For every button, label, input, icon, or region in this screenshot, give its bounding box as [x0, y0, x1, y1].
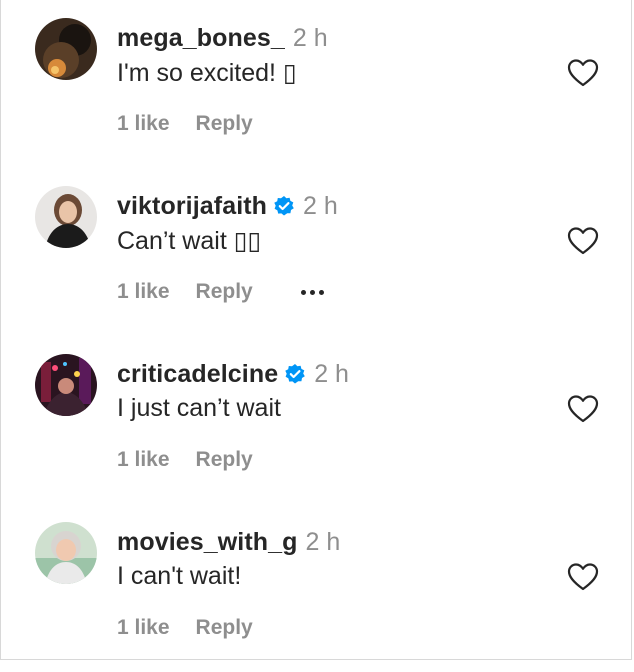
reply-button[interactable]: Reply [196, 616, 253, 640]
comment-text: I'm so excited! ▯ [117, 59, 297, 87]
likes-count[interactable]: 1 like [117, 448, 170, 472]
comment-header: viktorijafaith 2 h [117, 190, 338, 222]
timestamp[interactable]: 2 h [306, 528, 341, 557]
likes-count[interactable]: 1 like [117, 280, 170, 304]
verified-badge-icon [284, 363, 306, 385]
timestamp[interactable]: 2 h [303, 192, 338, 221]
comment-header: mega_bones_ 2 h [117, 22, 328, 54]
reply-button[interactable]: Reply [196, 112, 253, 136]
username-link[interactable]: criticadelcine [117, 360, 278, 389]
comment-actions: 1 like Reply [117, 112, 253, 136]
reply-button[interactable]: Reply [196, 280, 253, 304]
avatar[interactable] [35, 186, 97, 248]
reply-button[interactable]: Reply [196, 448, 253, 472]
comment-actions: 1 like Reply [117, 616, 253, 640]
comment-item: mega_bones_ 2 h I'm so excited! ▯ 1 like… [1, 0, 634, 168]
heart-outline-icon[interactable] [567, 226, 599, 256]
avatar[interactable] [35, 18, 97, 80]
comment-item: movies_with_g 2 h I can't wait! 1 like R… [1, 504, 634, 672]
comment-text: Can’t wait ▯▯ [117, 227, 262, 255]
comment-header: movies_with_g 2 h [117, 526, 340, 558]
comment-actions: 1 like Reply [117, 448, 253, 472]
comment-header: criticadelcine 2 h [117, 358, 349, 390]
username-link[interactable]: mega_bones_ [117, 24, 285, 53]
comment-list: mega_bones_ 2 h I'm so excited! ▯ 1 like… [0, 0, 632, 660]
more-options-icon[interactable] [300, 289, 324, 295]
heart-outline-icon[interactable] [567, 58, 599, 88]
comment-text: I just can’t wait [117, 394, 281, 422]
likes-count[interactable]: 1 like [117, 616, 170, 640]
verified-badge-icon [273, 195, 295, 217]
comment-item: criticadelcine 2 h I just can’t wait 1 l… [1, 336, 634, 504]
heart-outline-icon[interactable] [567, 562, 599, 592]
username-link[interactable]: movies_with_g [117, 528, 298, 557]
timestamp[interactable]: 2 h [293, 24, 328, 53]
comment-text: I can't wait! [117, 562, 242, 590]
comment-actions: 1 like Reply [117, 280, 324, 304]
username-link[interactable]: viktorijafaith [117, 192, 267, 221]
timestamp[interactable]: 2 h [314, 360, 349, 389]
heart-outline-icon[interactable] [567, 394, 599, 424]
avatar[interactable] [35, 522, 97, 584]
avatar[interactable] [35, 354, 97, 416]
comment-item: viktorijafaith 2 h Can’t wait ▯▯ 1 like … [1, 168, 634, 336]
likes-count[interactable]: 1 like [117, 112, 170, 136]
